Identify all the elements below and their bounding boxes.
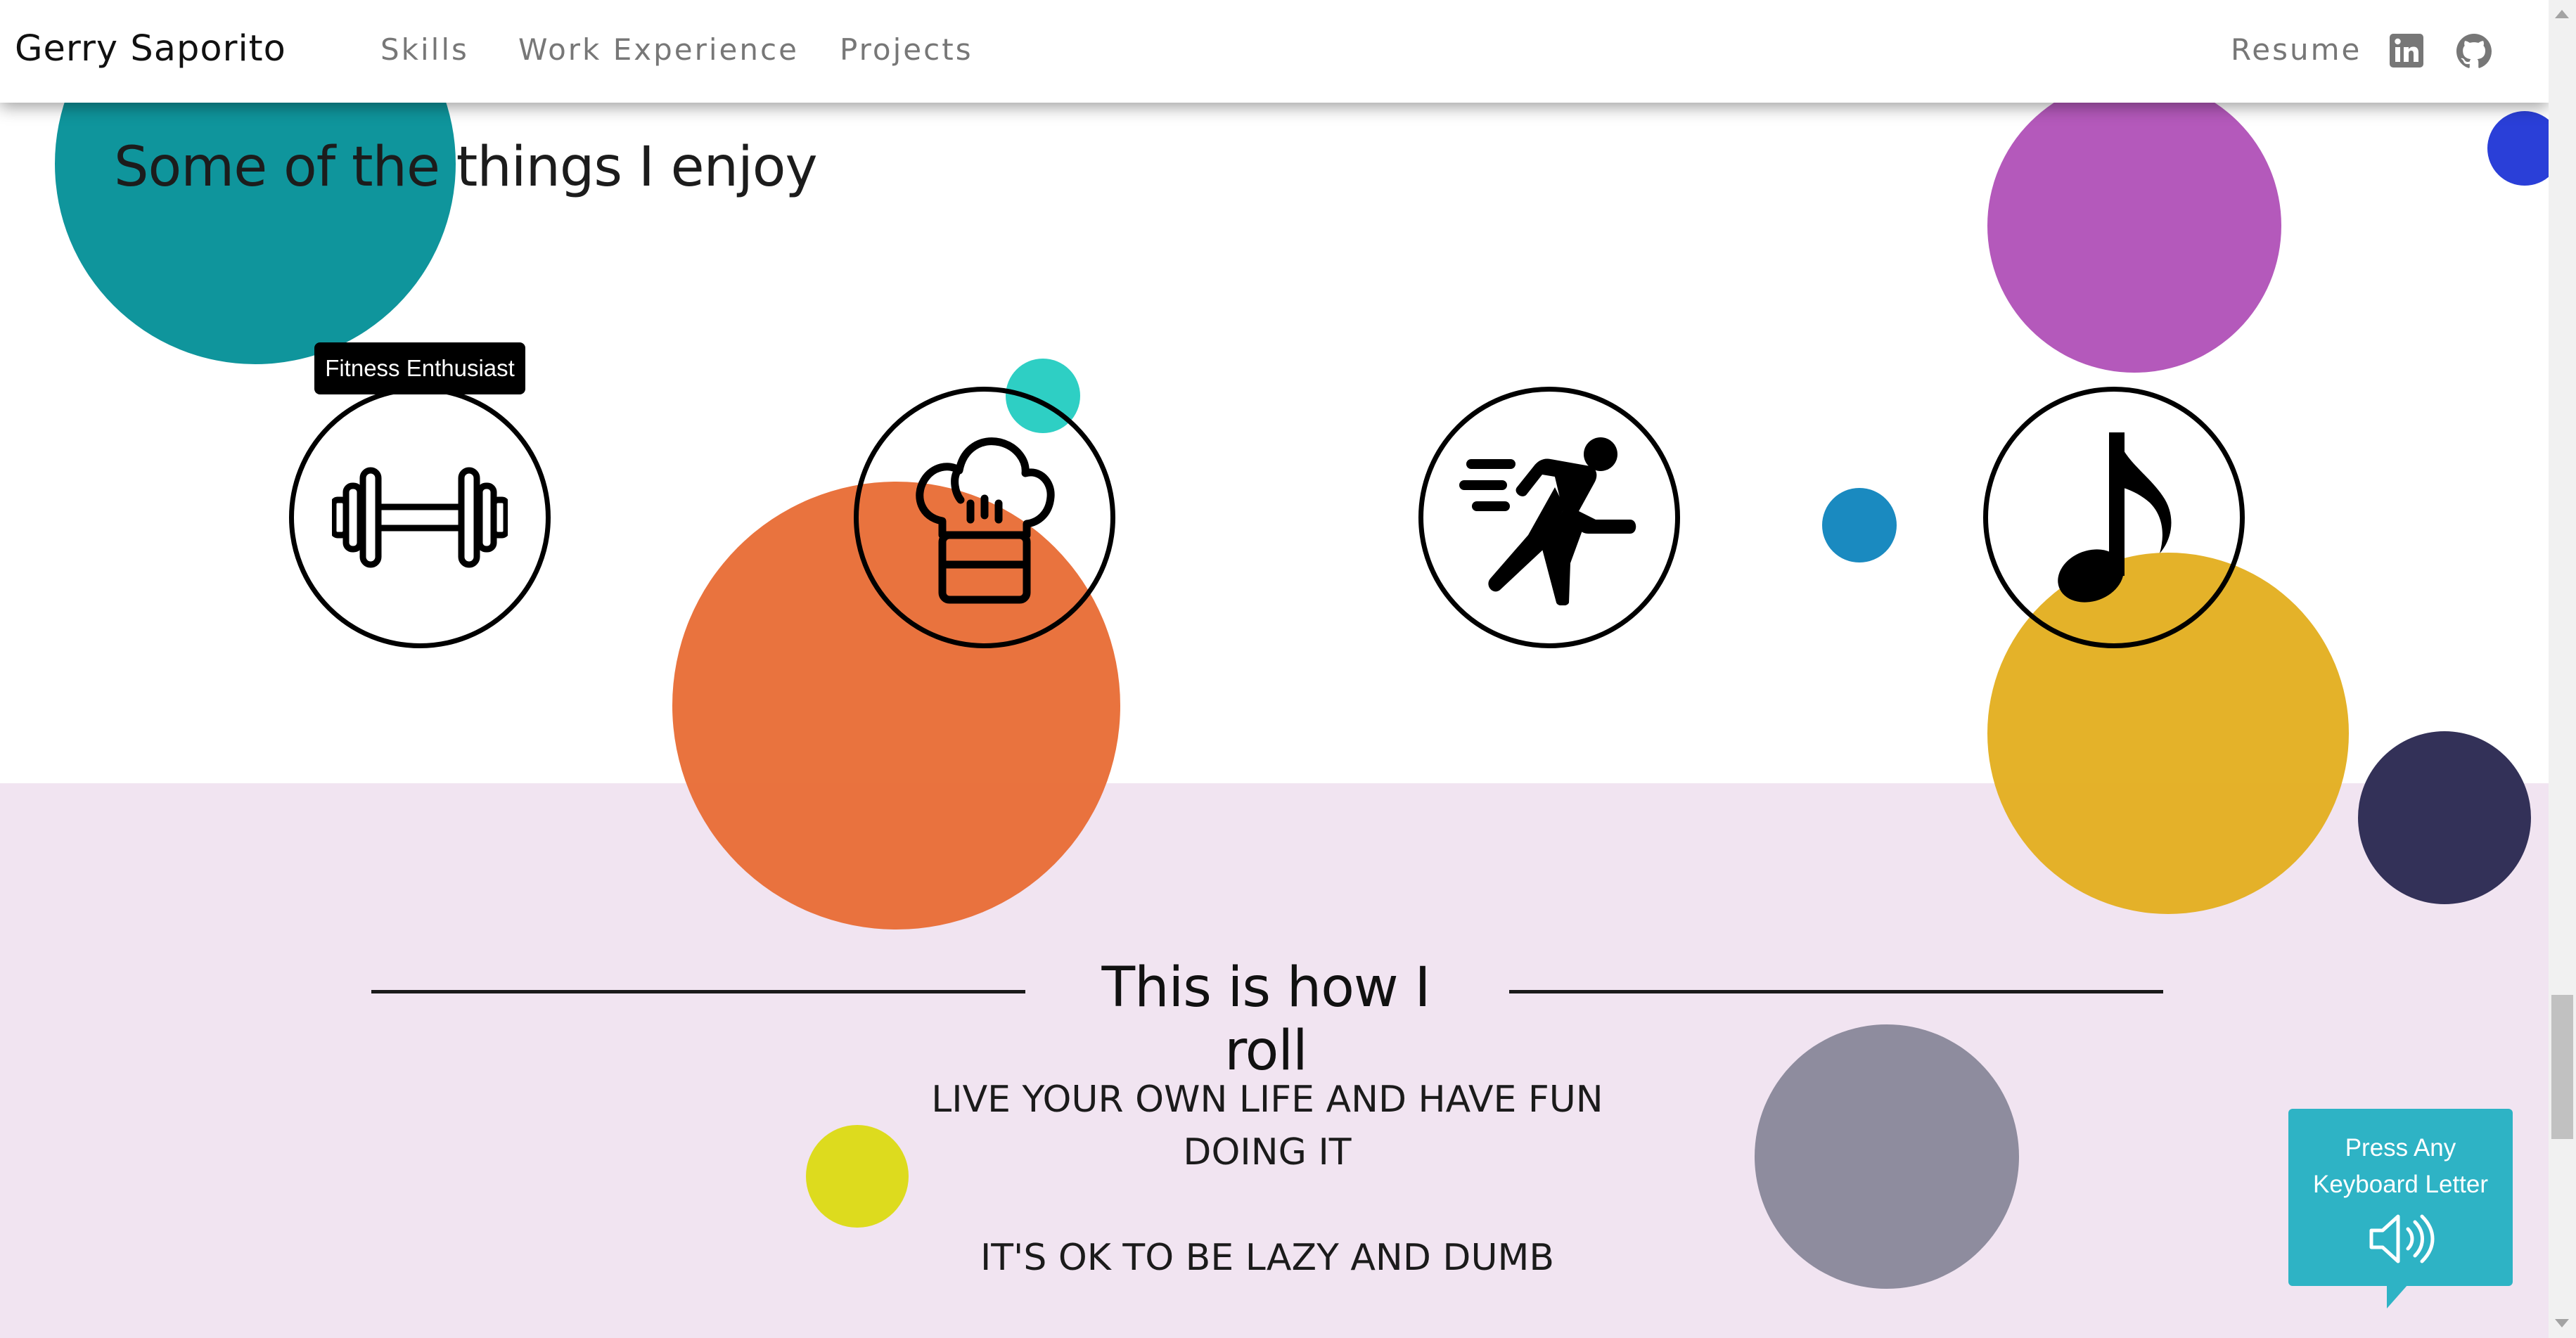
nav-work-experience[interactable]: Work Experience xyxy=(518,32,799,67)
keyboard-hint-text: Press Any Keyboard Letter xyxy=(2288,1130,2513,1203)
scroll-up-arrow[interactable] xyxy=(2555,10,2569,18)
dumbbell-icon xyxy=(332,467,508,568)
decor-bubble-yellow xyxy=(806,1125,909,1228)
keyboard-hint-widget[interactable]: Press Any Keyboard Letter xyxy=(2288,1109,2513,1308)
music-note-icon xyxy=(2058,432,2172,603)
decor-bubble-gray xyxy=(1755,1024,2019,1289)
keyboard-hint-line-2: Keyboard Letter xyxy=(2312,1171,2489,1198)
running-person-icon xyxy=(1459,437,1636,605)
scroll-thumb[interactable] xyxy=(2551,995,2573,1139)
chef-hat-icon xyxy=(916,437,1055,604)
github-icon[interactable] xyxy=(2456,34,2492,68)
keyboard-hint-line-1: Press Any xyxy=(2345,1134,2456,1162)
nav-resume[interactable]: Resume xyxy=(2231,32,2362,67)
motto-line-1a: LIVE YOUR OWN LIFE AND HAVE FUN xyxy=(931,1079,1603,1121)
hobby-running[interactable] xyxy=(1418,387,1680,648)
decor-bubble-purple xyxy=(1987,79,2281,373)
motto-line-2: IT'S OK TO BE LAZY AND DUMB xyxy=(980,1237,1555,1279)
scroll-down-arrow[interactable] xyxy=(2555,1319,2569,1327)
hobby-cooking[interactable] xyxy=(854,387,1115,648)
motto-line-1b: DOING IT xyxy=(1183,1131,1352,1173)
page-scrollbar[interactable] xyxy=(2549,0,2576,1338)
linkedin-icon[interactable] xyxy=(2390,34,2423,67)
motto-heading: This is how I roll xyxy=(1101,956,1430,1083)
nav-skills[interactable]: Skills xyxy=(380,32,469,67)
keyboard-hint-tail xyxy=(2387,1285,2408,1308)
hobby-fitness[interactable] xyxy=(289,387,551,648)
decor-bubble-navy xyxy=(2358,731,2531,904)
speaker-icon xyxy=(2369,1214,2435,1263)
nav-projects[interactable]: Projects xyxy=(840,32,973,67)
brand-name[interactable]: Gerry Saporito xyxy=(15,28,286,70)
hobby-tooltip: Fitness Enthusiast xyxy=(314,342,525,394)
motto-rule-right xyxy=(1509,990,2163,993)
decor-bubble-skyblue xyxy=(1822,488,1897,562)
interests-heading: Some of the things I enjoy xyxy=(114,136,818,199)
navbar: Gerry Saporito Skills Work Experience Pr… xyxy=(0,0,2549,103)
hobby-music[interactable] xyxy=(1983,387,2245,648)
motto-rule-left xyxy=(371,990,1025,993)
